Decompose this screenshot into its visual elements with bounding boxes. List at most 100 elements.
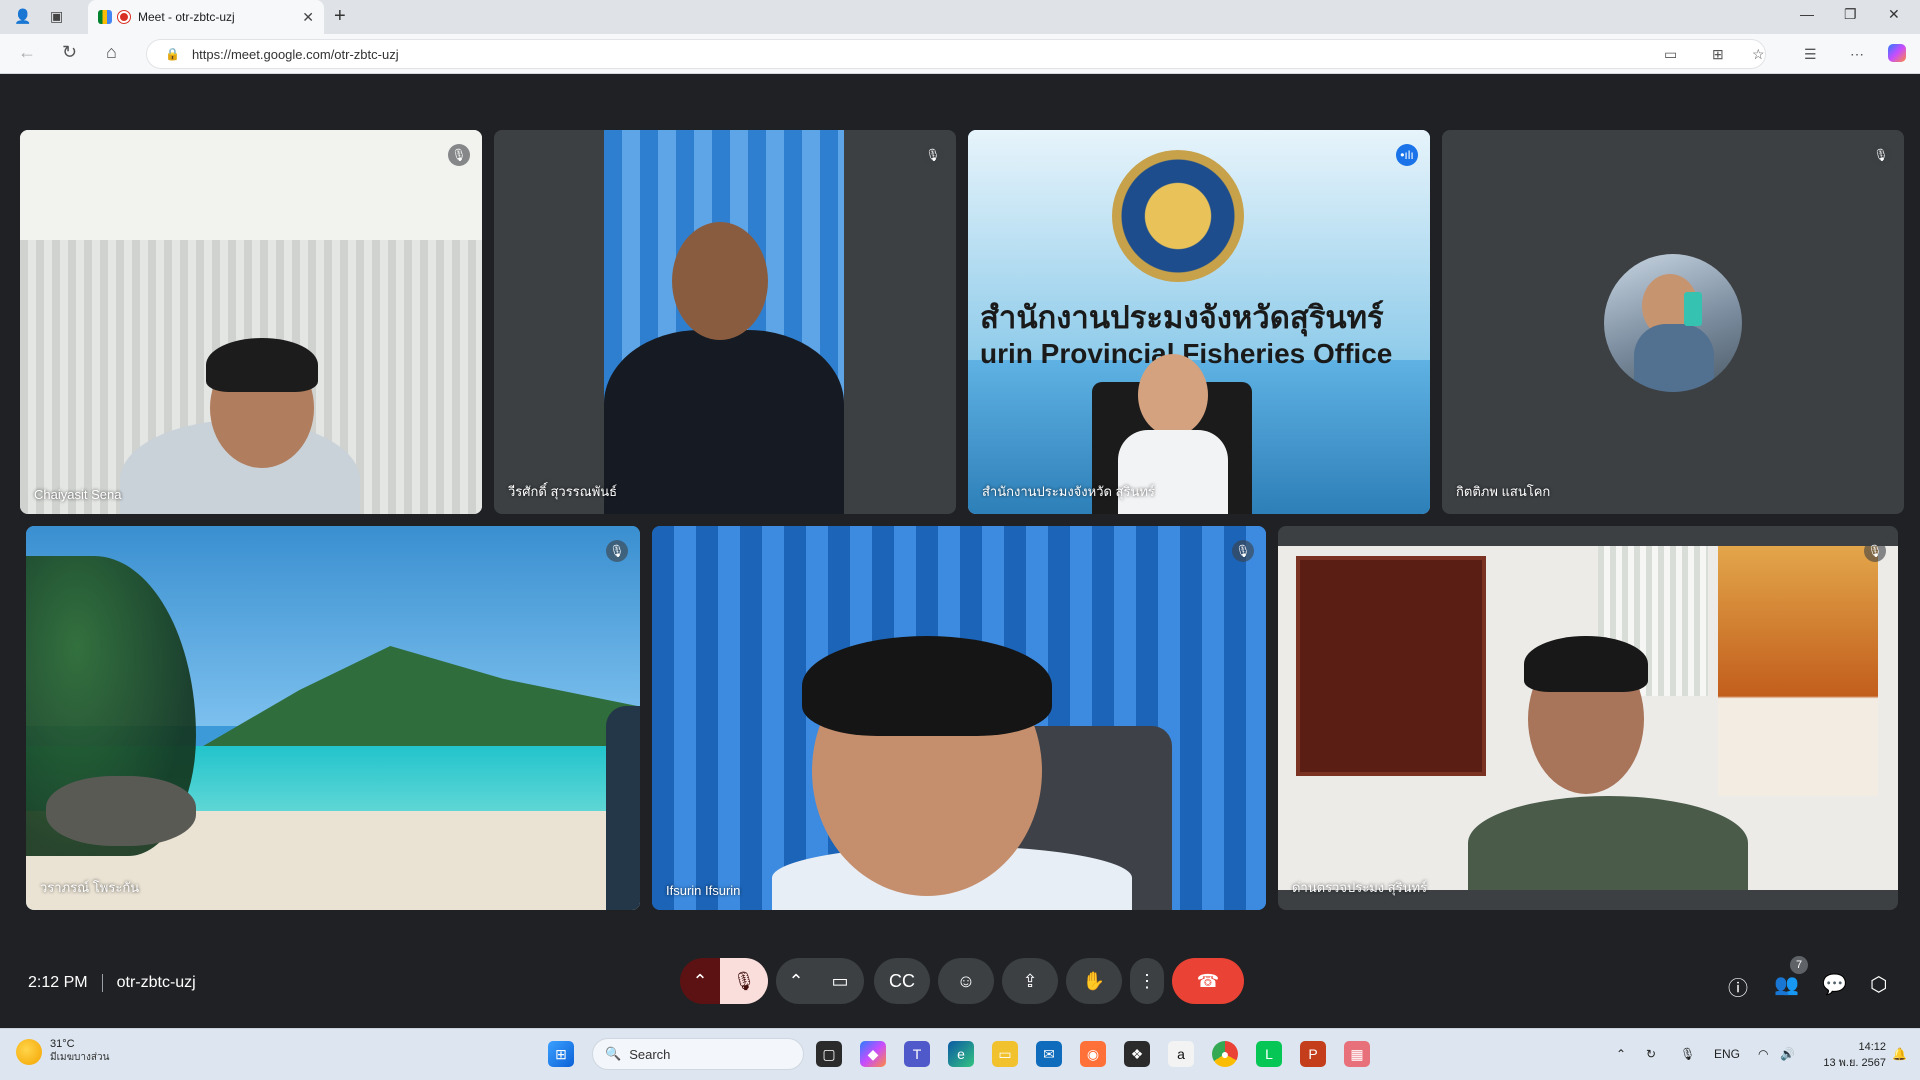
- camera-permission-icon[interactable]: ▭: [1664, 46, 1677, 63]
- video-feed: [604, 330, 844, 514]
- close-window-button[interactable]: ✕: [1888, 6, 1900, 23]
- video-feed: [1138, 354, 1208, 436]
- firefox-icon[interactable]: ◉: [1080, 1041, 1106, 1067]
- participant-tile[interactable]: 🎙 Ifsurin Ifsurin: [652, 526, 1266, 910]
- participant-count-badge: 7: [1790, 956, 1808, 974]
- windows-start-icon[interactable]: ⊞: [548, 1041, 574, 1067]
- participant-tile[interactable]: 🎙 วีรศักดิ์ สุวรรณพันธ์: [494, 130, 956, 514]
- url-input[interactable]: 🔒 https://meet.google.com/otr-zbtc-uzj: [146, 39, 1766, 69]
- leave-call-button[interactable]: ☎: [1172, 958, 1244, 1004]
- tab-meet[interactable]: Meet - otr-zbtc-uzj ✕: [88, 0, 324, 34]
- wifi-icon[interactable]: ◠: [1758, 1047, 1768, 1061]
- video-feed: [606, 706, 640, 910]
- amazon-icon[interactable]: a: [1168, 1041, 1194, 1067]
- divider: [101, 974, 103, 992]
- profile-icon[interactable]: 👤: [14, 8, 31, 25]
- microphone-toggle-button[interactable]: 🎙: [720, 958, 768, 1004]
- volume-icon[interactable]: 🔊: [1780, 1047, 1795, 1061]
- banner-thai: สำนักงานประมงจังหวัดสุรินทร์: [980, 300, 1384, 335]
- chevron-up-icon: ⌃: [692, 970, 708, 991]
- participant-name: สำนักงานประมงจังหวัด สุรินทร์: [982, 484, 1155, 499]
- weather-widget[interactable]: 31°C มีเมฆบางส่วน: [16, 1038, 109, 1065]
- taskbar-search-input[interactable]: 🔍 Search: [592, 1038, 804, 1070]
- chrome-icon[interactable]: ●: [1212, 1041, 1238, 1067]
- muted-mic-icon: 🎙: [1870, 144, 1892, 166]
- speaking-indicator-icon: •ılı: [1396, 144, 1418, 166]
- video-feed: [20, 130, 482, 240]
- hand-icon: ✋: [1082, 970, 1106, 991]
- search-placeholder: Search: [629, 1046, 671, 1062]
- muted-mic-icon: 🎙: [922, 144, 944, 166]
- sync-icon[interactable]: ↻: [1646, 1047, 1656, 1061]
- video-feed: [1718, 546, 1878, 796]
- home-button[interactable]: ⌂: [106, 42, 117, 63]
- reload-button[interactable]: ↻: [62, 42, 77, 63]
- video-feed: [206, 338, 318, 392]
- meeting-info: 2:12 PM otr-zbtc-uzj: [28, 974, 196, 992]
- temperature: 31°C: [50, 1038, 75, 1050]
- chat-icon[interactable]: 💬: [1822, 972, 1847, 997]
- chevron-up-icon: ⌃: [788, 970, 804, 991]
- video-feed: [1296, 556, 1486, 776]
- raise-hand-button[interactable]: ✋: [1066, 958, 1122, 1004]
- teams-icon[interactable]: T: [904, 1041, 930, 1067]
- emoji-icon: ☺: [956, 970, 976, 991]
- people-icon[interactable]: 👥: [1774, 972, 1799, 997]
- meet-favicon-icon: [98, 10, 112, 24]
- line-app-icon[interactable]: L: [1256, 1041, 1282, 1067]
- participant-tile[interactable]: สำนักงานประมงจังหวัดสุรินทร์ urin Provin…: [968, 130, 1430, 514]
- favorite-star-icon[interactable]: ☆: [1752, 46, 1765, 63]
- video-camera-icon: ▭: [831, 970, 849, 991]
- meeting-details-icon[interactable]: ⓘ: [1728, 972, 1748, 1001]
- present-screen-button[interactable]: ⇪: [1002, 958, 1058, 1004]
- participant-name: กิตติภพ แสนโคก: [1456, 484, 1551, 499]
- input-language[interactable]: ENG: [1714, 1047, 1740, 1061]
- restore-button[interactable]: ❐: [1844, 6, 1857, 23]
- browser-tabbar: 👤 ▣ Meet - otr-zbtc-uzj ✕ + — ❐ ✕: [0, 0, 1920, 34]
- microphone-tray-icon[interactable]: 🎙: [1680, 1047, 1695, 1061]
- video-feed: [1468, 796, 1748, 890]
- notifications-bell-icon[interactable]: 🔔: [1892, 1047, 1907, 1061]
- copilot-icon[interactable]: [1888, 44, 1906, 62]
- reactions-button[interactable]: ☺: [938, 958, 994, 1004]
- video-options-button[interactable]: ⌃: [776, 958, 816, 1004]
- show-hidden-icons-icon[interactable]: ⌃: [1616, 1047, 1626, 1061]
- avatar: [1604, 254, 1742, 392]
- taskbar-clock[interactable]: 14:12 13 พ.ย. 2567: [1823, 1039, 1886, 1071]
- file-explorer-icon[interactable]: ▭: [992, 1041, 1018, 1067]
- url-text: https://meet.google.com/otr-zbtc-uzj: [191, 46, 399, 62]
- participant-name: ด่านตรวจประมง สุรินทร์: [1292, 880, 1428, 895]
- participant-tile[interactable]: 🎙 วราภรณ์ โพระกัน: [26, 526, 640, 910]
- address-bar: ← ↻ ⌂ 🔒 https://meet.google.com/otr-zbtc…: [0, 34, 1920, 74]
- participant-tile[interactable]: 🎙 กิตติภพ แสนโคก: [1442, 130, 1904, 514]
- meeting-time: 2:12 PM: [28, 974, 88, 991]
- mail-icon[interactable]: ✉: [1036, 1041, 1062, 1067]
- copilot-app-icon[interactable]: ◆: [860, 1041, 886, 1067]
- powerpoint-icon[interactable]: P: [1300, 1041, 1326, 1067]
- app-install-icon[interactable]: ⊞: [1712, 46, 1724, 63]
- camera-toggle-button[interactable]: ▭: [816, 958, 864, 1004]
- close-tab-icon[interactable]: ✕: [302, 9, 314, 26]
- favorites-icon[interactable]: ☰: [1804, 46, 1817, 63]
- minimize-button[interactable]: —: [1800, 6, 1814, 22]
- video-feed: [672, 222, 768, 340]
- muted-mic-icon: 🎙: [606, 540, 628, 562]
- calculator-icon[interactable]: ▦: [1344, 1041, 1370, 1067]
- more-menu-icon[interactable]: ⋯: [1850, 46, 1864, 63]
- activities-icon[interactable]: ⬡: [1870, 972, 1887, 997]
- mic-off-icon: 🎙: [732, 970, 756, 991]
- captions-button[interactable]: CC: [874, 958, 930, 1004]
- new-tab-button[interactable]: +: [334, 5, 346, 28]
- dropbox-icon[interactable]: ❖: [1124, 1041, 1150, 1067]
- participant-tile[interactable]: 🎙 ด่านตรวจประมง สุรินทร์: [1278, 526, 1898, 910]
- more-vert-icon: ⋮: [1138, 970, 1156, 991]
- audio-options-button[interactable]: ⌃: [680, 958, 720, 1004]
- participant-tile[interactable]: 🎙 Chaiyasit Sena: [20, 130, 482, 514]
- fisheries-seal-icon: [1112, 150, 1244, 282]
- video-feed: [802, 636, 1052, 736]
- more-options-button[interactable]: ⋮: [1130, 958, 1164, 1004]
- task-view-icon[interactable]: ▢: [816, 1041, 842, 1067]
- back-button[interactable]: ←: [18, 42, 36, 63]
- edge-browser-icon[interactable]: e: [948, 1041, 974, 1067]
- tab-actions-icon[interactable]: ▣: [50, 8, 63, 25]
